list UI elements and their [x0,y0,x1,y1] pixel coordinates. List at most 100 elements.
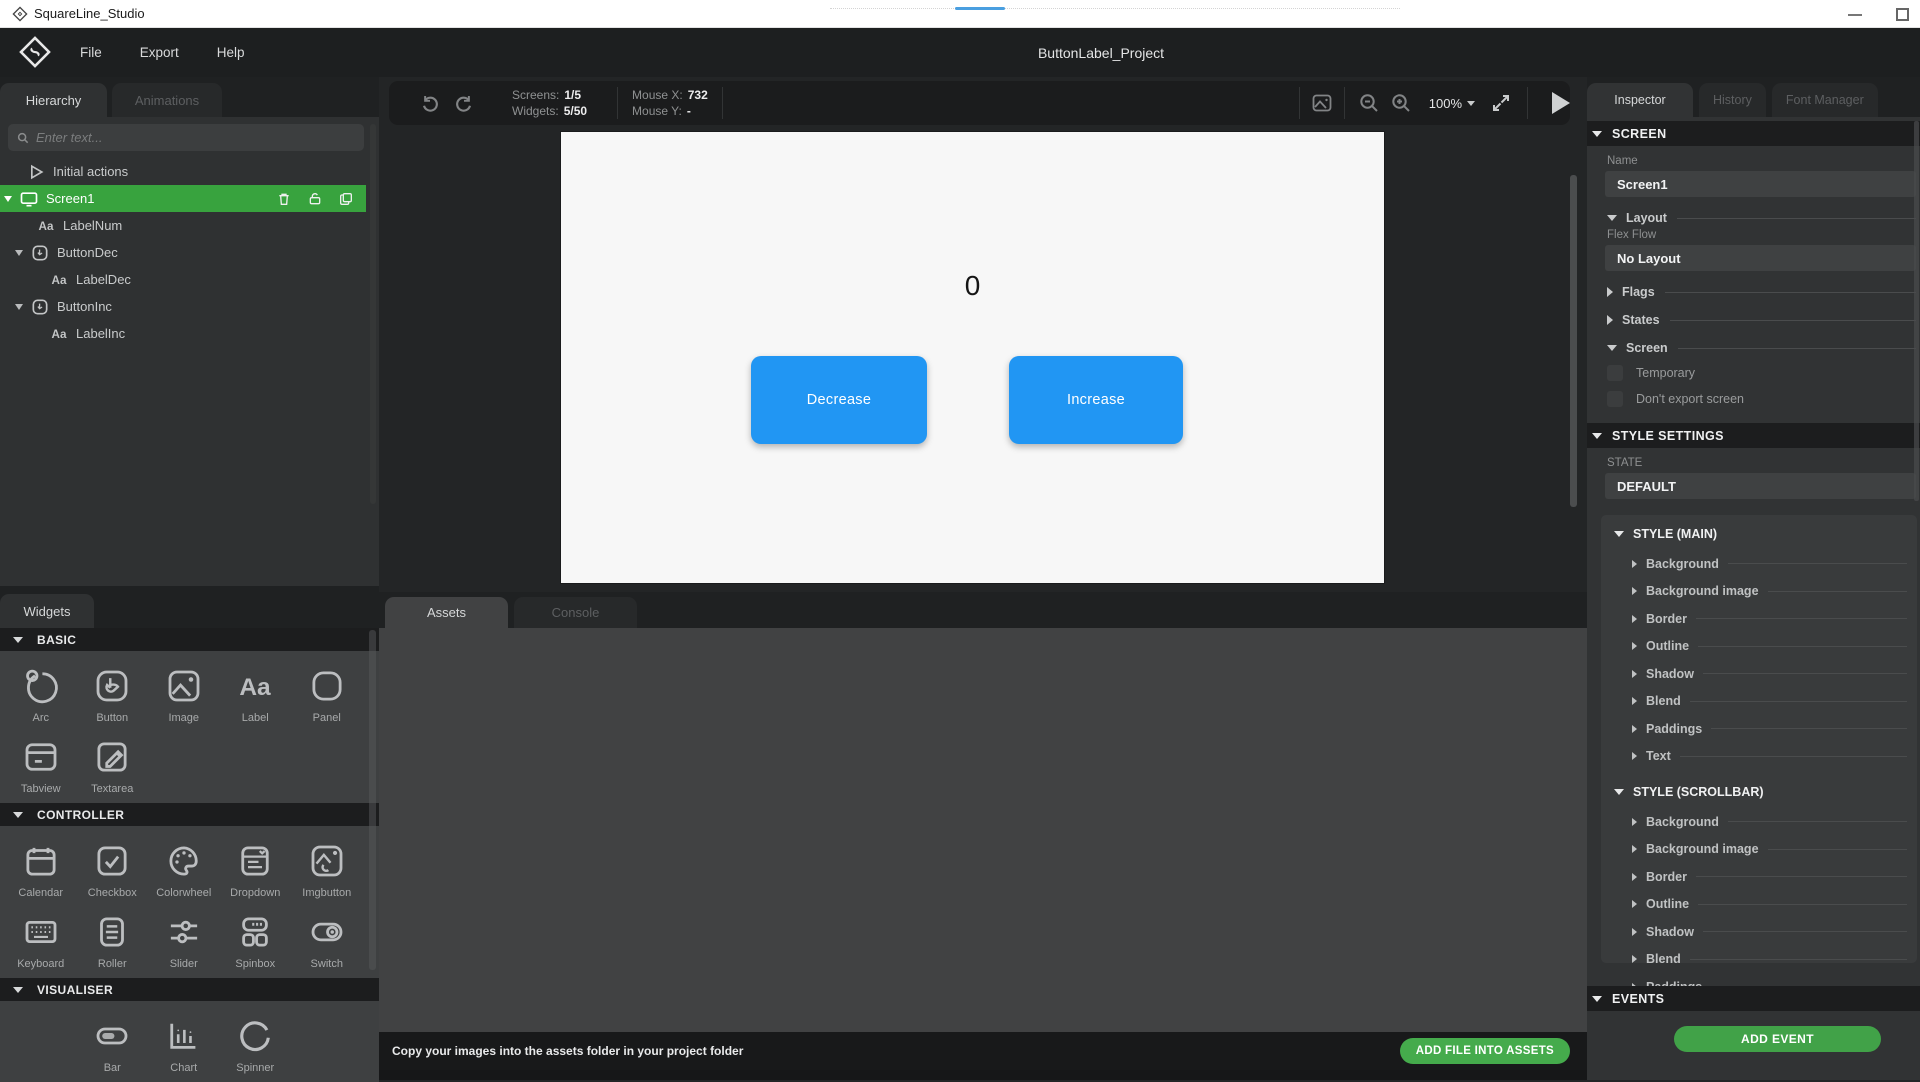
section-basic[interactable]: BASIC [0,628,379,651]
widget-slider[interactable]: Slider [148,907,220,970]
style-main-text[interactable]: Text [1632,749,1907,763]
style-scrollbar-background-image[interactable]: Background image [1632,842,1907,856]
events-section-header[interactable]: EVENTS [1587,986,1920,1011]
inspector-scrollbar[interactable] [1914,121,1919,501]
style-scrollbar-border[interactable]: Border [1632,870,1907,884]
widget-checkbox[interactable]: Checkbox [77,836,149,899]
tree-item-screen1[interactable]: Screen1 [0,185,366,212]
widget-textarea[interactable]: Textarea [77,732,149,795]
tree-item-buttoninc[interactable]: ButtonInc [0,293,366,320]
checkbox[interactable] [1607,365,1623,381]
temporary-checkbox-row[interactable]: Temporary [1607,365,1920,381]
unlock-icon[interactable] [307,191,323,207]
add-file-into-assets-button[interactable]: ADD FILE INTO ASSETS [1400,1038,1570,1064]
section-visualiser[interactable]: VISUALISER [0,978,379,1001]
zoom-level-dropdown[interactable]: 100% [1429,96,1475,111]
style-main-paddings[interactable]: Paddings [1632,722,1907,736]
widgets-scrollbar[interactable] [369,630,376,970]
menu-help[interactable]: Help [217,45,245,60]
zoom-in-icon[interactable] [1389,91,1413,115]
widget-panel[interactable]: Panel [291,661,363,724]
widget-chart[interactable]: Chart [148,1011,220,1074]
tree-item-buttondec[interactable]: ButtonDec [0,239,366,266]
widget-colorwheel[interactable]: Colorwheel [148,836,220,899]
tab-widgets[interactable]: Widgets [0,594,94,628]
decrease-button[interactable]: Decrease [751,356,927,444]
style-main-outline[interactable]: Outline [1632,639,1907,653]
states-group[interactable]: States [1607,313,1916,327]
widget-bar[interactable]: Bar [77,1011,149,1074]
tab-console[interactable]: Console [514,597,637,628]
screen-group[interactable]: Screen [1607,341,1916,355]
play-button[interactable] [1552,92,1570,114]
tree-item-labeldec[interactable]: Aa LabelDec [0,266,366,293]
style-scrollbar-header[interactable]: STYLE (SCROLLBAR) [1601,763,1917,801]
style-scrollbar-shadow[interactable]: Shadow [1632,925,1907,939]
style-main-header[interactable]: STYLE (MAIN) [1601,515,1917,543]
flags-group[interactable]: Flags [1607,285,1916,299]
style-main-border[interactable]: Border [1632,612,1907,626]
widget-spinbox[interactable]: Spinbox [220,907,292,970]
expand-caret-icon[interactable] [4,196,12,202]
style-main-blend[interactable]: Blend [1632,694,1907,708]
screen-section-header[interactable]: SCREEN [1587,121,1920,146]
style-main-background[interactable]: Background [1632,557,1907,571]
expand-caret-icon[interactable] [15,250,23,256]
tree-item-labelinc[interactable]: Aa LabelInc [0,320,366,347]
widget-imgbutton[interactable]: Imgbutton [291,836,363,899]
widget-button[interactable]: Button [77,661,149,724]
style-scrollbar-blend[interactable]: Blend [1632,952,1907,966]
flex-flow-field[interactable]: No Layout [1605,245,1916,271]
widget-tabview[interactable]: Tabview [5,732,77,795]
widget-label[interactable]: Aa Label [220,661,292,724]
tab-inspector[interactable]: Inspector [1587,83,1693,117]
checkbox[interactable] [1607,391,1623,407]
widget-spinner[interactable]: Spinner [220,1011,292,1074]
widget-keyboard[interactable]: Keyboard [5,907,77,970]
menu-export[interactable]: Export [140,45,179,60]
hierarchy-scrollbar[interactable] [370,124,376,504]
style-main-background-image[interactable]: Background image [1632,584,1907,598]
name-field[interactable]: Screen1 [1605,171,1916,197]
tree-item-labelnum[interactable]: Aa LabelNum [0,212,366,239]
fit-screen-icon[interactable] [1489,91,1513,115]
maximize-button[interactable] [1896,8,1909,21]
tab-hierarchy[interactable]: Hierarchy [0,83,107,117]
search-input[interactable] [36,130,356,145]
hierarchy-search[interactable] [8,124,364,151]
tree-item-initial-actions[interactable]: Initial actions [0,158,366,185]
delete-icon[interactable] [276,191,292,207]
increase-button[interactable]: Increase [1009,356,1183,444]
zoom-out-icon[interactable] [1357,91,1381,115]
style-settings-header[interactable]: STYLE SETTINGS [1587,423,1920,448]
redo-icon[interactable] [451,90,477,116]
widget-roller[interactable]: Roller [77,907,149,970]
tab-history[interactable]: History [1699,83,1766,117]
style-scrollbar-background[interactable]: Background [1632,815,1907,829]
add-event-button[interactable]: ADD EVENT [1674,1026,1881,1052]
background-image-icon[interactable] [1310,91,1334,115]
canvas-scrollbar[interactable] [1570,175,1577,507]
assets-content[interactable] [379,628,1587,1032]
expand-caret-icon[interactable] [15,304,23,310]
tab-font-manager[interactable]: Font Manager [1772,83,1878,117]
duplicate-icon[interactable] [338,191,354,207]
style-scrollbar-outline[interactable]: Outline [1632,897,1907,911]
widget-dropdown[interactable]: Dropdown [220,836,292,899]
tab-animations[interactable]: Animations [112,83,222,117]
widget-arc[interactable]: Arc [5,661,77,724]
layout-group[interactable]: Layout [1607,211,1916,225]
section-controller[interactable]: CONTROLLER [0,803,379,826]
counter-label[interactable]: 0 [965,270,981,302]
dont-export-checkbox-row[interactable]: Don't export screen [1607,391,1920,407]
widget-calendar[interactable]: Calendar [5,836,77,899]
device-screen[interactable]: 0 Decrease Increase [561,132,1384,583]
minimize-button[interactable] [1848,14,1862,16]
widget-switch[interactable]: Switch [291,907,363,970]
undo-icon[interactable] [417,90,443,116]
tab-assets[interactable]: Assets [385,597,508,628]
menu-file[interactable]: File [80,45,102,60]
widget-image[interactable]: Image [148,661,220,724]
state-field[interactable]: DEFAULT [1605,473,1916,499]
style-main-shadow[interactable]: Shadow [1632,667,1907,681]
